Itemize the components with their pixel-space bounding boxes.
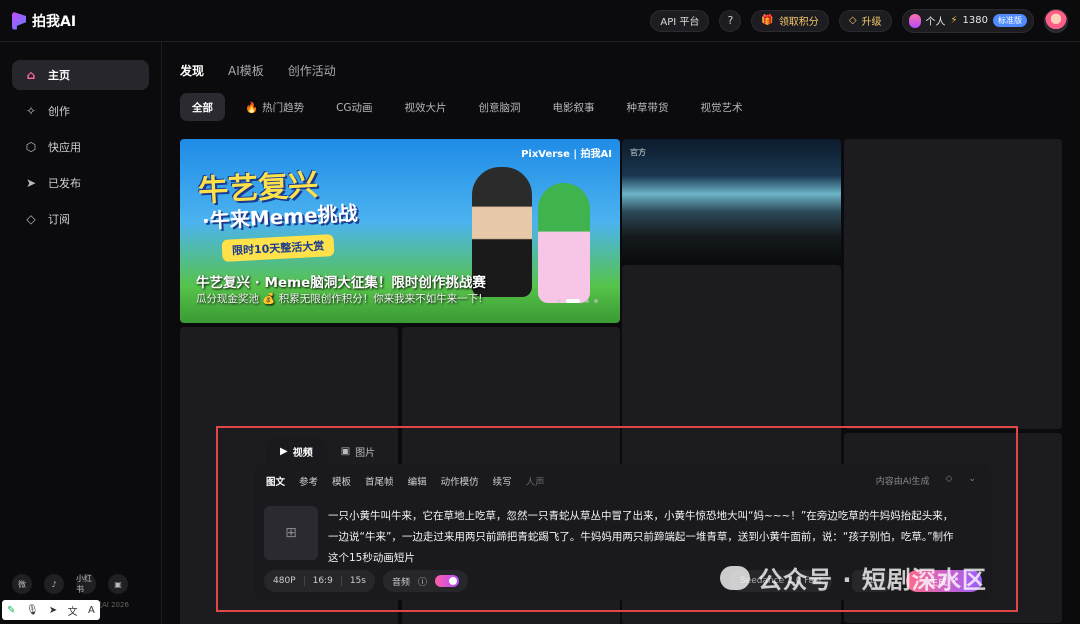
wechat-icon bbox=[720, 565, 750, 590]
banner-tag: 限时10天整活大赏 bbox=[221, 234, 335, 262]
api-platform-button[interactable]: API 平台 bbox=[650, 9, 710, 32]
category-all[interactable]: 全部 bbox=[180, 93, 225, 121]
carousel-dot[interactable] bbox=[585, 299, 589, 303]
official-tag: 官方 bbox=[630, 148, 646, 157]
sidebar-item-create[interactable]: ✧ 创作 bbox=[12, 96, 149, 126]
audio-toggle[interactable] bbox=[435, 575, 460, 587]
video-card[interactable] bbox=[844, 139, 1062, 429]
tool-motion[interactable]: 动作模仿 bbox=[441, 474, 479, 488]
mode-tab-image[interactable]: ▣ 图片 bbox=[327, 438, 389, 464]
avatar[interactable] bbox=[1044, 8, 1068, 33]
tab-ai-templates[interactable]: AI模板 bbox=[228, 62, 264, 79]
diamond-icon: ◇ bbox=[848, 15, 857, 26]
tool-voice[interactable]: 人声 bbox=[526, 474, 545, 488]
top-bar: 拍我AI API 平台 ? 🎁 领取积分 ◇ 升级 个人 ⚡ 1380 标准版 bbox=[0, 0, 1080, 42]
add-image-button[interactable]: ⊞ bbox=[264, 506, 318, 560]
gift-icon: 🎁 bbox=[761, 15, 774, 26]
category-vfx[interactable]: 视效大片 bbox=[393, 93, 459, 121]
help-icon[interactable]: ? bbox=[719, 9, 742, 32]
bilibili-icon[interactable]: ▣ bbox=[108, 574, 128, 594]
mode-tabs: ▶ 视频 ▣ 图片 bbox=[266, 438, 389, 464]
promo-banner[interactable]: PixVerse | 拍我AI 牛艺复兴 ·牛来Meme挑战 限时10天整活大赏… bbox=[180, 139, 620, 323]
tool-first-last-frame[interactable]: 首尾帧 bbox=[365, 474, 394, 488]
logo[interactable]: 拍我AI bbox=[12, 11, 76, 31]
divider bbox=[303, 576, 305, 586]
image-icon: ▣ bbox=[340, 445, 351, 457]
mic-icon[interactable]: 🎙 bbox=[26, 605, 39, 616]
params-bar: 480P 16:9 15s 音频 ⓘ bbox=[264, 570, 469, 592]
diamond-icon: ◇ bbox=[26, 212, 36, 226]
ai-note: 内容由AI生成 bbox=[875, 477, 930, 487]
ratio-value: 16:9 bbox=[312, 576, 333, 586]
audio-setting: 音频 ⓘ bbox=[382, 570, 469, 592]
resolution-value: 480P bbox=[273, 576, 296, 586]
tiktok-icon[interactable]: ♪ bbox=[44, 574, 64, 594]
video-icon: ▶ bbox=[280, 445, 288, 457]
ai-icon[interactable]: A bbox=[88, 605, 95, 616]
composer-tools: 图文 参考 模板 首尾帧 编辑 动作模仿 续写 人声 bbox=[266, 474, 545, 488]
lightning-icon: ⚡ bbox=[950, 15, 958, 26]
carousel-dot[interactable] bbox=[557, 299, 561, 303]
category-product[interactable]: 种草带货 bbox=[615, 93, 681, 121]
category-visual-art[interactable]: 视觉艺术 bbox=[689, 93, 755, 121]
cube-icon: ⬡ bbox=[25, 140, 37, 154]
sidebar-item-home[interactable]: ⌂ 主页 bbox=[12, 60, 149, 90]
info-icon: ⓘ bbox=[418, 577, 428, 588]
sidebar: ⌂ 主页 ✧ 创作 ⬡ 快应用 ➤ 已发布 ◇ 订阅 微 ♪ 小红书 ▣ 拍我A… bbox=[0, 42, 162, 624]
tool-text-image[interactable]: 图文 bbox=[266, 474, 285, 488]
tab-discover[interactable]: 发现 bbox=[180, 62, 204, 79]
plan-badge: 标准版 bbox=[993, 14, 1027, 27]
tool-template[interactable]: 模板 bbox=[332, 474, 351, 488]
send-icon[interactable]: ➤ bbox=[49, 605, 57, 616]
character-figure bbox=[538, 183, 590, 303]
main-content: 发现 AI模板 创作活动 全部 🔥 热门趋势 CG动画 视效大片 创意脑洞 电影叙… bbox=[180, 42, 1080, 624]
social-links: 微 ♪ 小红书 ▣ bbox=[12, 574, 128, 594]
floating-toolbar: ✎ 🎙 ➤ 文 A bbox=[2, 600, 100, 620]
user-mini-icon bbox=[908, 13, 921, 28]
pen-icon[interactable]: ✎ bbox=[7, 605, 15, 616]
sidebar-item-subscribe[interactable]: ◇ 订阅 bbox=[12, 204, 149, 234]
home-icon: ⌂ bbox=[26, 68, 36, 82]
sparkle-icon: ✧ bbox=[25, 104, 37, 118]
send-icon: ➤ bbox=[25, 176, 37, 190]
translate-icon[interactable]: 文 bbox=[68, 603, 78, 618]
logo-icon bbox=[12, 11, 26, 30]
category-film[interactable]: 电影叙事 bbox=[541, 93, 607, 121]
wechat-icon[interactable]: 微 bbox=[12, 574, 32, 594]
xiaohongshu-icon[interactable]: 小红书 bbox=[76, 574, 96, 594]
watermark: 公众号 · 短剧深水区 bbox=[720, 560, 987, 595]
carousel-dot[interactable] bbox=[594, 299, 598, 303]
fire-icon: 🔥 bbox=[245, 101, 259, 114]
carousel-dot-active[interactable] bbox=[566, 299, 580, 303]
tool-reference[interactable]: 参考 bbox=[299, 474, 318, 488]
duration-value: 15s bbox=[349, 576, 366, 586]
chevron-down-icon[interactable]: ⌄ bbox=[968, 474, 976, 487]
banner-brand: PixVerse | 拍我AI bbox=[521, 149, 612, 160]
claim-points-button[interactable]: 🎁 领取积分 bbox=[751, 9, 829, 32]
banner-desc: 瓜分现金奖池 💰 积累无限创作积分！你来我来不如牛来一下! bbox=[196, 293, 483, 305]
category-cg[interactable]: CG动画 bbox=[324, 93, 384, 121]
banner-headline: 牛艺复兴 · Meme脑洞大征集！限时创作挑战赛 bbox=[196, 275, 486, 291]
user-menu[interactable]: 个人 ⚡ 1380 标准版 bbox=[901, 8, 1034, 33]
sidebar-item-published[interactable]: ➤ 已发布 bbox=[12, 168, 149, 198]
app-name: 拍我AI bbox=[32, 13, 77, 30]
category-trending[interactable]: 🔥 热门趋势 bbox=[233, 93, 316, 121]
tab-events[interactable]: 创作活动 bbox=[288, 62, 336, 79]
category-bar: 全部 🔥 热门趋势 CG动画 视效大片 创意脑洞 电影叙事 种草带货 视觉艺术 bbox=[180, 93, 1080, 121]
clear-icon[interactable]: ◇ bbox=[946, 474, 953, 487]
video-card[interactable]: 官方 bbox=[622, 139, 841, 261]
divider bbox=[340, 576, 342, 586]
mode-tab-video[interactable]: ▶ 视频 bbox=[266, 438, 327, 464]
tool-extend[interactable]: 续写 bbox=[493, 474, 512, 488]
video-settings[interactable]: 480P 16:9 15s bbox=[264, 570, 375, 592]
image-add-icon: ⊞ bbox=[285, 525, 297, 541]
carousel-dots bbox=[557, 299, 598, 303]
app-root: 拍我AI API 平台 ? 🎁 领取积分 ◇ 升级 个人 ⚡ 1380 标准版 ⌂ … bbox=[0, 0, 1080, 624]
tool-edit[interactable]: 编辑 bbox=[408, 474, 427, 488]
upgrade-button[interactable]: ◇ 升级 bbox=[838, 9, 892, 32]
category-creative[interactable]: 创意脑洞 bbox=[467, 93, 533, 121]
top-tabs: 发现 AI模板 创作活动 bbox=[180, 62, 1080, 79]
sidebar-item-quick-apps[interactable]: ⬡ 快应用 bbox=[12, 132, 149, 162]
composer-tools-right: 内容由AI生成 ◇ ⌄ bbox=[876, 474, 976, 487]
